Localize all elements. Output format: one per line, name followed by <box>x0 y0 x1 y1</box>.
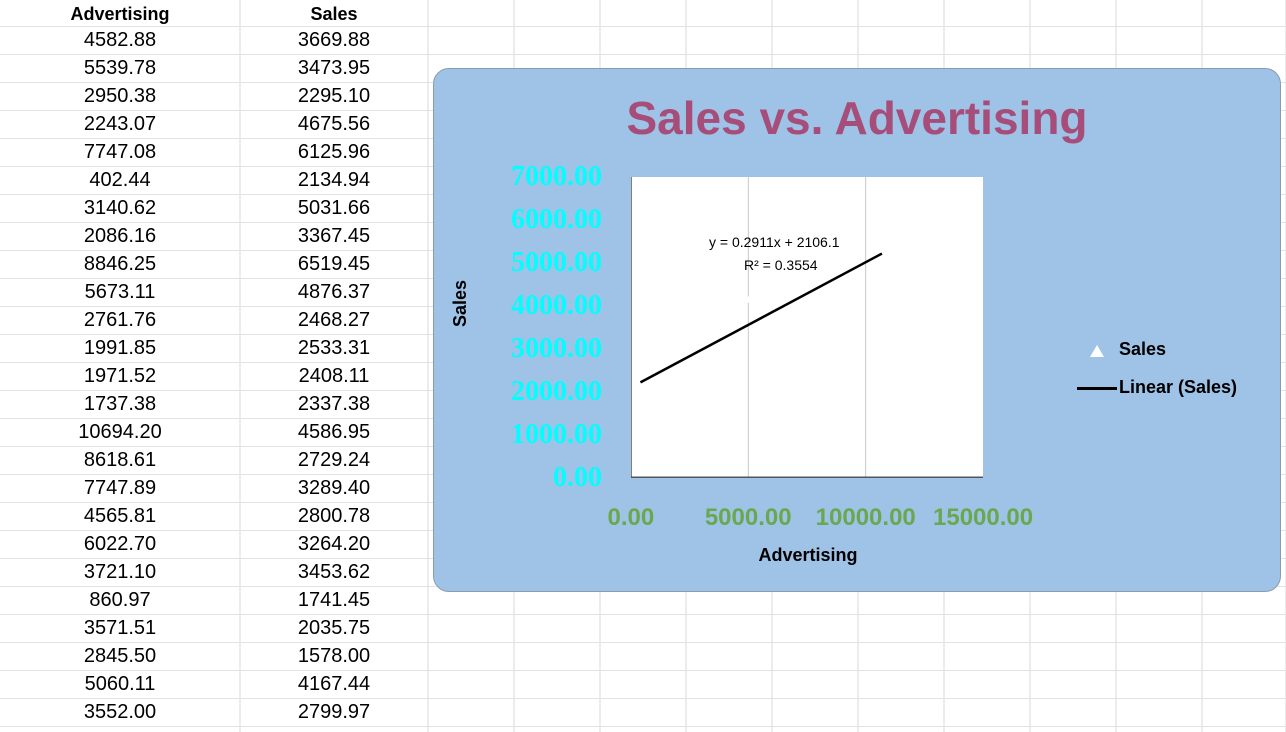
data-point <box>833 192 844 202</box>
cell-sales[interactable]: 3669.88 <box>240 30 428 50</box>
data-point <box>807 209 818 219</box>
cell-advertising[interactable]: 3571.51 <box>0 618 240 638</box>
plot-svg <box>630 177 983 478</box>
cell-advertising[interactable]: 860.97 <box>0 590 240 610</box>
legend-item-linear-sales: Linear (Sales) <box>1119 377 1238 397</box>
legend-item-sales: Sales <box>1119 339 1167 359</box>
cell-advertising[interactable]: 2243.07 <box>0 114 240 134</box>
y-tick-label: 6000.00 <box>511 204 602 235</box>
cell-advertising[interactable]: 3140.62 <box>0 198 240 218</box>
plot-area[interactable] <box>630 177 983 478</box>
cell-sales[interactable]: 2295.10 <box>240 86 428 106</box>
cell-advertising[interactable]: 5673.11 <box>0 282 240 302</box>
cell-sales[interactable]: 4675.56 <box>240 114 428 134</box>
data-point <box>674 328 685 338</box>
cell-advertising[interactable]: 6022.70 <box>0 534 240 554</box>
cell-sales[interactable]: 4876.37 <box>240 282 428 302</box>
cell-advertising[interactable]: 5060.11 <box>0 674 240 694</box>
cell-sales[interactable]: 3473.95 <box>240 58 428 78</box>
x-tick-label: 15000.00 <box>933 504 1034 531</box>
data-point <box>733 315 744 325</box>
y-tick-label: 1000.00 <box>511 419 602 450</box>
y-tick-label: 7000.00 <box>511 161 602 192</box>
cell-sales[interactable]: 3453.62 <box>240 562 428 582</box>
cell-sales[interactable]: 4167.44 <box>240 674 428 694</box>
cell-advertising[interactable]: 2086.16 <box>0 226 240 246</box>
cell-advertising[interactable]: 3721.10 <box>0 562 240 582</box>
data-point <box>713 324 724 334</box>
legend-line-icon <box>1077 387 1117 390</box>
cell-advertising[interactable]: 402.44 <box>0 170 240 190</box>
cell-advertising[interactable]: 1737.38 <box>0 394 240 414</box>
x-tick-label: 10000.00 <box>815 504 916 531</box>
data-point <box>876 275 887 285</box>
cell-sales[interactable]: 5031.66 <box>240 198 428 218</box>
header-sales[interactable]: Sales <box>240 4 428 24</box>
y-tick-label: 2000.00 <box>511 376 602 407</box>
cell-sales[interactable]: 3289.40 <box>240 478 428 498</box>
cell-sales[interactable]: 2468.27 <box>240 310 428 330</box>
cell-sales[interactable]: 1578.00 <box>240 646 428 666</box>
data-point <box>678 271 689 281</box>
data-point <box>709 352 720 362</box>
cell-advertising[interactable]: 3552.00 <box>0 702 240 722</box>
cell-advertising[interactable]: 2950.38 <box>0 86 240 106</box>
cell-advertising[interactable]: 8618.61 <box>0 450 240 470</box>
data-point <box>635 381 646 391</box>
cell-sales[interactable]: 2134.94 <box>240 170 428 190</box>
cell-sales[interactable]: 2533.31 <box>240 338 428 358</box>
cell-advertising[interactable]: 4582.88 <box>0 30 240 50</box>
data-point <box>692 405 703 415</box>
cell-advertising[interactable]: 2845.50 <box>0 646 240 666</box>
cell-advertising[interactable]: 8846.25 <box>0 254 240 274</box>
cell-sales[interactable]: 1741.45 <box>240 590 428 610</box>
data-point <box>690 366 701 376</box>
trendline-equation: y = 0.2911x + 2106.1 <box>709 234 840 250</box>
cell-sales[interactable]: 2799.97 <box>240 702 428 722</box>
cell-advertising[interactable]: 4565.81 <box>0 506 240 526</box>
x-tick-label: 0.00 <box>607 504 655 531</box>
data-point <box>756 323 767 333</box>
y-tick-label: 0.00 <box>553 462 602 493</box>
cell-sales[interactable]: 2408.11 <box>240 366 428 386</box>
data-point <box>646 398 657 408</box>
cell-sales[interactable]: 2729.24 <box>240 450 428 470</box>
y-tick-label: 3000.00 <box>511 333 602 364</box>
cell-advertising[interactable]: 1971.52 <box>0 366 240 386</box>
data-point <box>709 385 720 395</box>
cell-advertising[interactable]: 7747.89 <box>0 478 240 498</box>
data-point <box>744 293 755 303</box>
cell-sales[interactable]: 2800.78 <box>240 506 428 526</box>
data-point <box>699 256 710 266</box>
data-point <box>807 331 818 341</box>
cell-sales[interactable]: 2035.75 <box>240 618 428 638</box>
header-advertising[interactable]: Advertising <box>0 4 240 24</box>
chart-title: Sales vs. Advertising <box>626 92 1088 144</box>
cell-advertising[interactable]: 5539.78 <box>0 58 240 78</box>
cell-sales[interactable]: 3264.20 <box>240 534 428 554</box>
cell-advertising[interactable]: 10694.20 <box>0 422 240 442</box>
cell-sales[interactable]: 4586.95 <box>240 422 428 442</box>
y-tick-label: 5000.00 <box>511 247 602 278</box>
chart-container[interactable]: Sales vs. Advertising 0.00 1000.00 2000.00… <box>433 68 1281 592</box>
cell-advertising[interactable]: 2761.76 <box>0 310 240 330</box>
y-axis-label: Sales <box>450 279 470 327</box>
data-point <box>767 332 778 342</box>
trendline-r-squared: R² = 0.3554 <box>744 257 818 273</box>
data-point <box>733 352 744 362</box>
cell-sales[interactable]: 2337.38 <box>240 394 428 414</box>
y-tick-label: 4000.00 <box>511 290 602 321</box>
data-point <box>828 355 839 365</box>
cell-sales[interactable]: 6125.96 <box>240 142 428 162</box>
x-axis-label: Advertising <box>758 545 858 565</box>
cell-sales[interactable]: 6519.45 <box>240 254 428 274</box>
x-tick-label: 5000.00 <box>704 504 792 531</box>
cell-sales[interactable]: 3367.45 <box>240 226 428 246</box>
cell-advertising[interactable]: 1991.85 <box>0 338 240 358</box>
legend-triangle-icon <box>1090 345 1104 357</box>
cell-advertising[interactable]: 7747.08 <box>0 142 240 162</box>
